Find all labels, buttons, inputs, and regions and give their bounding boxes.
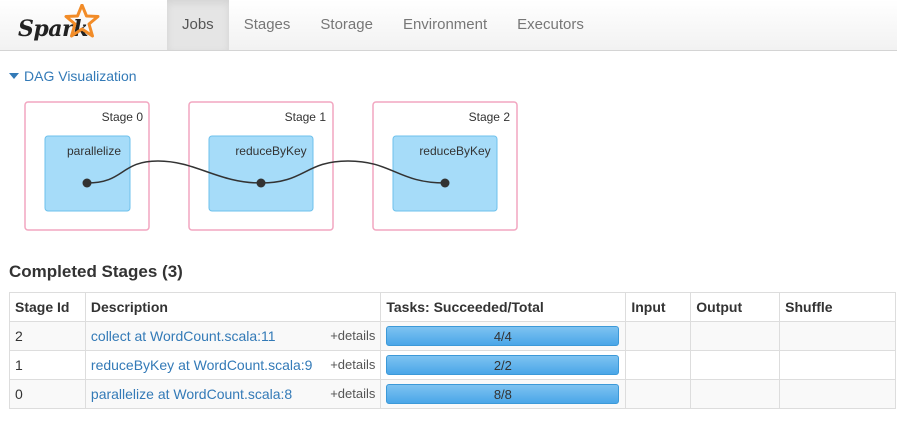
stage-label: Stage 0 — [102, 110, 144, 124]
table-header-row: Stage Id Description Tasks: Succeeded/To… — [9, 292, 896, 322]
shuffle-cell — [779, 379, 896, 409]
tab-jobs[interactable]: Jobs — [167, 0, 229, 50]
tasks-progress-bar: 8/8 — [386, 384, 620, 404]
tasks-cell: 2/2 — [380, 350, 627, 380]
completed-stages-title: Completed Stages (3) — [9, 262, 183, 281]
shuffle-cell — [779, 321, 896, 351]
tasks-progress-text: 4/4 — [493, 329, 512, 344]
stage-label: Stage 1 — [285, 110, 327, 124]
column-header[interactable]: Shuffle — [779, 292, 896, 322]
description-cell: collect at WordCount.scala:11 +details — [84, 321, 382, 351]
stage-id-cell: 0 — [9, 379, 86, 409]
caret-down-icon — [9, 73, 19, 79]
details-toggle[interactable]: +details — [330, 357, 375, 372]
tasks-progress-text: 2/2 — [493, 358, 512, 373]
stage-id-cell: 1 — [9, 350, 86, 380]
output-cell — [690, 379, 781, 409]
tasks-cell: 8/8 — [380, 379, 627, 409]
input-cell — [625, 350, 692, 380]
completed-stages-table: Stage Id Description Tasks: Succeeded/To… — [9, 292, 896, 409]
input-cell — [625, 321, 692, 351]
tasks-progress-text: 8/8 — [493, 387, 512, 402]
stage-description-link[interactable]: collect at WordCount.scala:11 — [91, 328, 276, 344]
details-toggle[interactable]: +details — [330, 386, 375, 401]
star-icon — [64, 4, 100, 38]
details-toggle[interactable]: +details — [330, 328, 375, 343]
tasks-progress-bar: 4/4 — [386, 326, 620, 346]
table-row: 2 collect at WordCount.scala:11 +details… — [9, 321, 896, 351]
dag-toggle-label: DAG Visualization — [24, 68, 137, 84]
column-header[interactable]: Tasks: Succeeded/Total — [380, 292, 627, 322]
dag-visualization-toggle[interactable]: DAG Visualization — [9, 68, 137, 84]
dag-graph: Stage 0 parallelize Stage 1 reduceByKey … — [24, 101, 518, 231]
table-row: 1 reduceByKey at WordCount.scala:9 +deta… — [9, 350, 896, 380]
main-nav: Jobs Stages Storage Environment Executor… — [167, 0, 599, 50]
dag-stage-0[interactable]: Stage 0 parallelize — [24, 101, 150, 231]
column-header[interactable]: Stage Id — [9, 292, 86, 322]
op-label: reduceByKey — [235, 144, 306, 158]
stage-description-link[interactable]: parallelize at WordCount.scala:8 — [91, 386, 292, 402]
top-navbar: Spark Jobs Stages Storage Environment Ex… — [0, 0, 897, 51]
column-header[interactable]: Input — [625, 292, 692, 322]
table-row: 0 parallelize at WordCount.scala:8 +deta… — [9, 379, 896, 409]
stage-description-link[interactable]: reduceByKey at WordCount.scala:9 — [91, 357, 313, 373]
column-header[interactable]: Description — [84, 292, 382, 322]
input-cell — [625, 379, 692, 409]
stage-label: Stage 2 — [469, 110, 511, 124]
op-label: reduceByKey — [419, 144, 490, 158]
tasks-cell: 4/4 — [380, 321, 627, 351]
output-cell — [690, 350, 781, 380]
output-cell — [690, 321, 781, 351]
tab-stages[interactable]: Stages — [229, 0, 306, 50]
dag-stage-2[interactable]: Stage 2 reduceByKey — [372, 101, 518, 231]
tab-environment[interactable]: Environment — [388, 0, 502, 50]
tasks-progress-bar: 2/2 — [386, 355, 620, 375]
stage-id-cell: 2 — [9, 321, 86, 351]
op-label: parallelize — [67, 144, 121, 158]
shuffle-cell — [779, 350, 896, 380]
spark-logo[interactable]: Spark — [8, 2, 118, 46]
description-cell: parallelize at WordCount.scala:8 +detail… — [84, 379, 382, 409]
description-cell: reduceByKey at WordCount.scala:9 +detail… — [84, 350, 382, 380]
tab-storage[interactable]: Storage — [305, 0, 388, 50]
tab-executors[interactable]: Executors — [502, 0, 599, 50]
dag-stage-1[interactable]: Stage 1 reduceByKey — [188, 101, 334, 231]
column-header[interactable]: Output — [690, 292, 781, 322]
